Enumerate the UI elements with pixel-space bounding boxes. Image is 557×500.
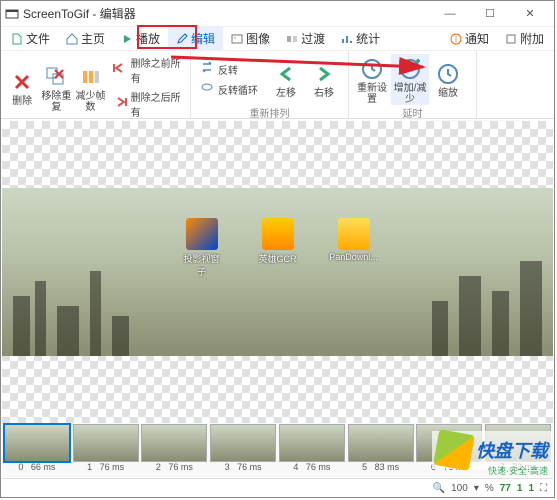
search-icon[interactable]: 🔍	[433, 483, 445, 494]
frame-thumb[interactable]: 4 76 ms	[278, 424, 346, 476]
tab-image[interactable]: 图像	[223, 27, 278, 50]
inc-dec-button[interactable]: 增加/减少	[391, 54, 429, 105]
frame-thumb[interactable]: 5 83 ms	[347, 424, 415, 476]
delete-icon	[9, 69, 35, 95]
svg-text:i: i	[455, 35, 457, 44]
maximize-button[interactable]: ☐	[470, 1, 510, 27]
frame-total: 1	[528, 483, 534, 494]
remove-dup-button[interactable]: 移除重复	[39, 62, 73, 113]
reverse-icon	[199, 61, 215, 77]
remove-dup-icon	[43, 64, 69, 90]
watermark-text: 快盘下载	[476, 437, 548, 463]
move-right-button[interactable]: 右移	[305, 59, 343, 99]
clock-plus-icon	[397, 56, 423, 82]
reset-button[interactable]: 重新设置	[353, 54, 391, 105]
zoom-pct: %	[485, 483, 494, 494]
loop-icon	[199, 81, 215, 97]
frame-sep: 1	[517, 483, 523, 494]
watermark-logo-icon	[433, 429, 475, 471]
canvas-area: 投影视窗子 英雄GCR PanDownl...	[2, 121, 553, 423]
desktop-icon-2: 英雄GCR	[256, 218, 300, 278]
tab-play[interactable]: 播放	[113, 27, 168, 50]
delete-before-button[interactable]: 删除之前所有	[108, 53, 186, 87]
tab-attach[interactable]: 附加	[497, 27, 552, 50]
close-button[interactable]: ✕	[510, 1, 550, 27]
move-left-button[interactable]: 左移	[267, 59, 305, 99]
arrow-right-red-icon	[112, 96, 128, 112]
tab-stats[interactable]: 统计	[333, 27, 388, 50]
tab-file[interactable]: 文件	[3, 27, 58, 50]
tab-transition[interactable]: 过渡	[278, 27, 333, 50]
clock-reset-icon	[359, 56, 385, 82]
scale-button[interactable]: 缩放	[429, 59, 467, 99]
zoom-value: 100	[451, 483, 468, 494]
frame-current: 77	[500, 483, 511, 494]
reduce-count-button[interactable]: 减少帧数	[73, 62, 107, 113]
loop-reverse-button[interactable]: 反转循环	[195, 79, 267, 99]
minimize-button[interactable]: —	[430, 1, 470, 27]
clock-scale-icon	[435, 61, 461, 87]
arrow-left-red-icon	[112, 62, 128, 78]
arrow-right-icon	[311, 61, 337, 87]
delete-after-button[interactable]: 删除之后所有	[108, 87, 186, 121]
window-title: ScreenToGif - 编辑器	[23, 5, 136, 22]
desktop-icons: 投影视窗子 英雄GCR PanDownl...	[180, 218, 376, 278]
reverse-button[interactable]: 反转	[195, 59, 267, 79]
arrow-left-icon	[273, 61, 299, 87]
ribbon: 删除 移除重复 减少帧数 删除之前所有 删除之后所有 帧	[1, 51, 554, 119]
frame-thumb[interactable]: 3 76 ms	[209, 424, 277, 476]
frame-thumb[interactable]: 2 76 ms	[141, 424, 209, 476]
group-label-delay: 延时	[353, 105, 472, 117]
tab-notify[interactable]: i通知	[442, 27, 497, 50]
reduce-icon	[78, 64, 104, 90]
watermark-sub: 快速·安全·高速	[488, 464, 548, 477]
expand-icon[interactable]: ⛶	[540, 483, 547, 494]
desktop-icon-1: 投影视窗子	[180, 218, 224, 278]
group-label-reorder: 重新排列	[195, 105, 344, 117]
tab-edit[interactable]: 编辑	[168, 27, 223, 50]
frame-thumb[interactable]: 1 76 ms	[72, 424, 140, 476]
title-bar: ScreenToGif - 编辑器 — ☐ ✕	[1, 1, 554, 27]
status-bar: 🔍 100 ▾ % 77 1 1 ⛶	[2, 478, 553, 497]
tab-bar: 文件 主页 播放 编辑 图像 过渡 统计 i通知 附加	[1, 27, 554, 51]
desktop-icon-3: PanDownl...	[332, 218, 376, 278]
app-icon	[5, 7, 19, 21]
frame-preview: 投影视窗子 英雄GCR PanDownl...	[2, 188, 553, 356]
frame-thumb[interactable]: 0 66 ms	[3, 424, 71, 476]
tab-home[interactable]: 主页	[58, 27, 113, 50]
delete-button[interactable]: 删除	[5, 67, 39, 107]
